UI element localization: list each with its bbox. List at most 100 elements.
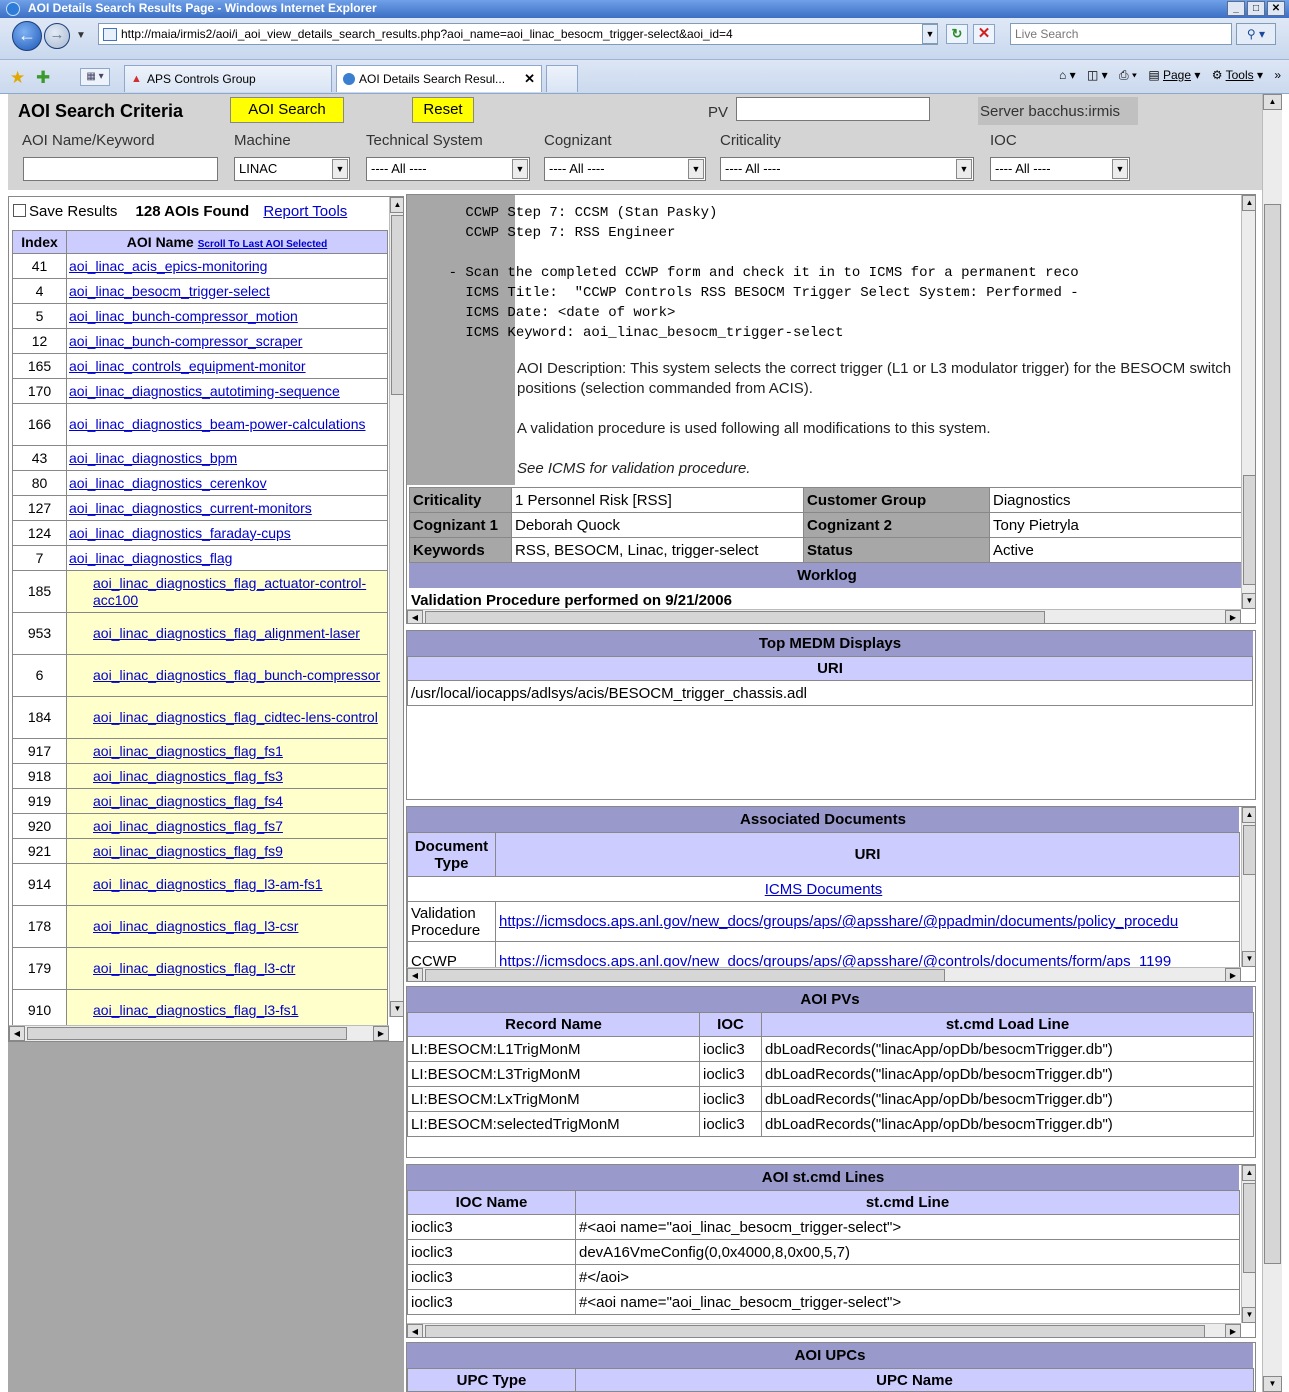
aoi-link[interactable]: aoi_linac_diagnostics_flag_l3-am-fs1 <box>93 876 323 892</box>
aoi-link[interactable]: aoi_linac_diagnostics_bpm <box>69 450 237 466</box>
tools-menu[interactable]: ⚙ Tools ▾ <box>1212 68 1263 82</box>
scroll-right-icon[interactable]: ▶ <box>373 1026 389 1041</box>
stcmd-vertical-scrollbar[interactable]: ▲ ▼ <box>1241 1165 1255 1323</box>
scrollbar-thumb[interactable] <box>425 1325 1205 1337</box>
close-icon[interactable]: ✕ <box>1267 1 1285 16</box>
tab-aps-controls-group[interactable]: ▲ APS Controls Group <box>124 65 332 92</box>
table-row[interactable]: 953 aoi_linac_diagnostics_flag_alignment-… <box>12 612 388 655</box>
scrollbar-thumb[interactable] <box>1243 825 1255 875</box>
favorites-star-icon[interactable]: ★ <box>10 68 25 88</box>
scroll-down-icon[interactable]: ▼ <box>1242 593 1255 609</box>
page-menu[interactable]: ▤ Page ▾ <box>1148 68 1200 82</box>
aoi-link[interactable]: aoi_linac_bunch-compressor_motion <box>69 308 298 324</box>
table-row[interactable]: 4 aoi_linac_besocm_trigger-select <box>12 278 388 304</box>
reset-button[interactable]: Reset <box>412 97 474 123</box>
aoi-link[interactable]: aoi_linac_diagnostics_autotiming-sequenc… <box>69 383 340 399</box>
feeds-icon[interactable]: ◫ ▾ <box>1087 68 1108 82</box>
table-row[interactable]: 80 aoi_linac_diagnostics_cerenkov <box>12 470 388 496</box>
icms-documents-link[interactable]: ICMS Documents <box>765 881 883 898</box>
scrollbar-thumb[interactable] <box>27 1027 347 1040</box>
table-row[interactable]: 921 aoi_linac_diagnostics_flag_fs9 <box>12 838 388 864</box>
aoi-link[interactable]: aoi_linac_diagnostics_beam-power-calcula… <box>69 416 366 432</box>
documents-horizontal-scrollbar[interactable]: ◀ ▶ <box>407 967 1241 981</box>
aoi-link[interactable]: aoi_linac_diagnostics_faraday-cups <box>69 525 291 541</box>
detail-horizontal-scrollbar[interactable]: ◀ ▶ <box>407 609 1241 623</box>
table-row[interactable]: 12 aoi_linac_bunch-compressor_scraper <box>12 328 388 354</box>
scrollbar-thumb[interactable] <box>1264 204 1281 1264</box>
results-vertical-scrollbar[interactable]: ▲ ▼ <box>389 197 403 1017</box>
scroll-up-icon[interactable]: ▲ <box>1263 94 1282 110</box>
aoi-link[interactable]: aoi_linac_diagnostics_flag_cidtec-lens-c… <box>93 709 378 725</box>
chevron-down-icon[interactable]: ▼ <box>512 159 528 179</box>
page-vertical-scrollbar[interactable]: ▲ ▼ <box>1262 94 1282 1392</box>
criticality-select[interactable]: ---- All ---- ▼ <box>720 157 974 181</box>
aoi-link[interactable]: aoi_linac_diagnostics_flag_fs3 <box>93 768 283 784</box>
home-icon[interactable]: ⌂ ▾ <box>1059 68 1076 82</box>
aoi-search-button[interactable]: AOI Search <box>230 97 344 123</box>
chevron-right-icon[interactable]: » <box>1274 68 1281 82</box>
chevron-down-icon[interactable]: ▼ <box>956 159 972 179</box>
table-row[interactable]: 919 aoi_linac_diagnostics_flag_fs4 <box>12 788 388 814</box>
maximize-icon[interactable]: □ <box>1247 1 1265 16</box>
scroll-left-icon[interactable]: ◀ <box>407 610 423 623</box>
aoi-link[interactable]: aoi_linac_diagnostics_flag_l3-fs1 <box>93 1002 298 1018</box>
aoi-link[interactable]: aoi_linac_diagnostics_flag <box>69 550 232 566</box>
print-icon[interactable]: ⎙ ▾ <box>1119 68 1137 82</box>
table-row[interactable]: 185 aoi_linac_diagnostics_flag_actuator-c… <box>12 570 388 613</box>
results-horizontal-scrollbar[interactable]: ◀ ▶ <box>9 1025 389 1041</box>
url-input[interactable]: http://maia/irmis2/aoi/i_aoi_view_detail… <box>98 23 938 45</box>
stop-icon[interactable]: ✕ <box>973 24 995 44</box>
table-row[interactable]: 918 aoi_linac_diagnostics_flag_fs3 <box>12 763 388 789</box>
scroll-up-icon[interactable]: ▲ <box>390 197 403 213</box>
live-search-input[interactable]: Live Search <box>1010 23 1232 45</box>
minimize-icon[interactable]: _ <box>1227 1 1245 16</box>
scroll-to-last-link[interactable]: Scroll To Last AOI Selected <box>198 239 327 250</box>
aoi-link[interactable]: aoi_linac_diagnostics_flag_actuator-cont… <box>93 575 366 608</box>
table-row[interactable]: 7 aoi_linac_diagnostics_flag <box>12 545 388 571</box>
add-favorite-icon[interactable]: ✚ <box>36 68 50 88</box>
scroll-left-icon[interactable]: ◀ <box>407 1324 423 1337</box>
aoi-link[interactable]: aoi_linac_diagnostics_flag_l3-ctr <box>93 960 295 976</box>
table-row[interactable]: 178 aoi_linac_diagnostics_flag_l3-csr <box>12 905 388 948</box>
scrollbar-thumb[interactable] <box>1243 1183 1255 1273</box>
scroll-down-icon[interactable]: ▼ <box>1242 1307 1255 1323</box>
pv-input[interactable] <box>736 97 930 121</box>
scroll-down-icon[interactable]: ▼ <box>390 1001 403 1017</box>
scrollbar-thumb[interactable] <box>425 611 1045 623</box>
aoi-link[interactable]: aoi_linac_diagnostics_current-monitors <box>69 500 312 516</box>
aoi-link[interactable]: aoi_linac_bunch-compressor_scraper <box>69 333 302 349</box>
aoi-link[interactable]: aoi_linac_besocm_trigger-select <box>69 283 270 299</box>
aoi-link[interactable]: aoi_linac_diagnostics_flag_fs7 <box>93 818 283 834</box>
table-row[interactable]: 165 aoi_linac_controls_equipment-monitor <box>12 353 388 379</box>
scroll-down-icon[interactable]: ▼ <box>1263 1376 1282 1392</box>
history-dropdown-icon[interactable]: ▼ <box>76 30 86 41</box>
url-dropdown-icon[interactable]: ▼ <box>922 24 938 44</box>
aoi-name-input[interactable] <box>23 157 218 181</box>
chevron-down-icon[interactable]: ▼ <box>1112 159 1128 179</box>
table-row[interactable]: 43 aoi_linac_diagnostics_bpm <box>12 445 388 471</box>
table-row[interactable]: 184 aoi_linac_diagnostics_flag_cidtec-len… <box>12 696 388 739</box>
aoi-link[interactable]: aoi_linac_diagnostics_cerenkov <box>69 475 267 491</box>
scroll-left-icon[interactable]: ◀ <box>407 968 423 981</box>
aoi-link[interactable]: aoi_linac_diagnostics_flag_fs4 <box>93 793 283 809</box>
table-row[interactable]: 179 aoi_linac_diagnostics_flag_l3-ctr <box>12 947 388 990</box>
table-row[interactable]: 166 aoi_linac_diagnostics_beam-power-calc… <box>12 403 388 446</box>
scroll-up-icon[interactable]: ▲ <box>1242 807 1255 823</box>
table-row[interactable]: 914 aoi_linac_diagnostics_flag_l3-am-fs1 <box>12 863 388 906</box>
scroll-up-icon[interactable]: ▲ <box>1242 1165 1255 1181</box>
aoi-link[interactable]: aoi_linac_acis_epics-monitoring <box>69 258 267 274</box>
cognizant-select[interactable]: ---- All ---- ▼ <box>544 157 706 181</box>
aoi-link[interactable]: aoi_linac_controls_equipment-monitor <box>69 358 306 374</box>
scroll-up-icon[interactable]: ▲ <box>1242 195 1255 211</box>
scroll-right-icon[interactable]: ▶ <box>1225 610 1241 623</box>
scrollbar-thumb[interactable] <box>425 969 945 981</box>
scrollbar-thumb[interactable] <box>391 215 403 395</box>
results-list[interactable]: Save Results 128 AOIs Found Report Tools… <box>8 196 404 1042</box>
tab-aoi-details[interactable]: AOI Details Search Resul... ✕ <box>336 65 542 92</box>
aoi-link[interactable]: aoi_linac_diagnostics_flag_fs9 <box>93 843 283 859</box>
stcmd-horizontal-scrollbar[interactable]: ◀ ▶ <box>407 1323 1241 1337</box>
documents-vertical-scrollbar[interactable]: ▲ ▼ <box>1241 807 1255 967</box>
back-arrow-icon[interactable]: ← <box>12 21 42 51</box>
close-tab-icon[interactable]: ✕ <box>524 71 535 87</box>
aoi-link[interactable]: aoi_linac_diagnostics_flag_fs1 <box>93 743 283 759</box>
